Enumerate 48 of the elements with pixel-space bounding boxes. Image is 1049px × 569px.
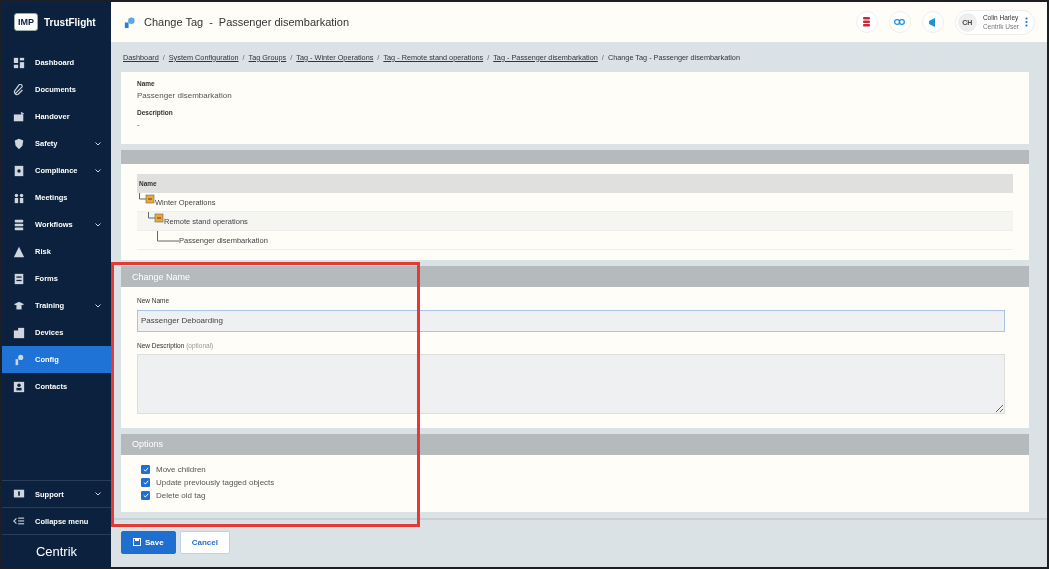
brand-badge: IMP [14,13,38,31]
paperclip-icon [13,83,25,96]
field-value: - [137,120,141,129]
shield-icon [13,137,25,150]
link-icon [894,19,906,25]
stack-icon [13,218,25,231]
chevron-down-icon [95,168,101,173]
chevron-down-icon [95,141,101,146]
section-header: Change Name [121,266,1029,287]
tree-connector-icon [139,193,155,204]
contact-card-icon [13,380,25,393]
option-label: Delete old tag [156,490,206,500]
tree-connector-icon [148,212,164,223]
stack-icon [862,17,872,27]
more-icon [1025,17,1028,27]
stack-button[interactable] [855,11,878,33]
graduation-cap-icon [13,299,25,312]
save-button[interactable]: Save [121,530,176,554]
option-label: Move children [156,464,206,474]
chevron-down-icon [95,303,101,308]
announcement-button[interactable] [921,11,944,33]
checkbox[interactable] [141,464,150,474]
chevron-down-icon [95,222,101,227]
chevron-down-icon [95,492,101,496]
name-input[interactable]: Passenger Deboarding [137,309,1005,332]
centrik-logo: Centrik [35,543,78,559]
page-title: Change Tag - Passenger disembarkation [144,16,351,28]
section-header: Options [121,433,1029,455]
checkbox[interactable] [141,490,150,500]
tree-connector-icon [157,231,179,242]
collapse-icon [13,515,25,527]
checkbox[interactable] [141,477,150,487]
people-icon [13,191,25,204]
link-button[interactable] [888,11,911,33]
cancel-button[interactable]: Cancel [179,530,230,554]
triangle-icon [13,245,25,258]
form-icon [13,272,25,285]
megaphone-icon [928,17,938,27]
grid-icon [13,56,25,69]
devices-icon [13,326,25,339]
document-icon [13,164,25,177]
config-icon [13,353,25,366]
config-icon [123,15,136,29]
tray-icon [13,110,25,123]
option-label: Update previously tagged objects [156,477,275,487]
field-value: Passenger disembarkation [137,91,233,100]
support-icon [13,488,25,500]
brand-name: TrustFlight [44,16,96,28]
